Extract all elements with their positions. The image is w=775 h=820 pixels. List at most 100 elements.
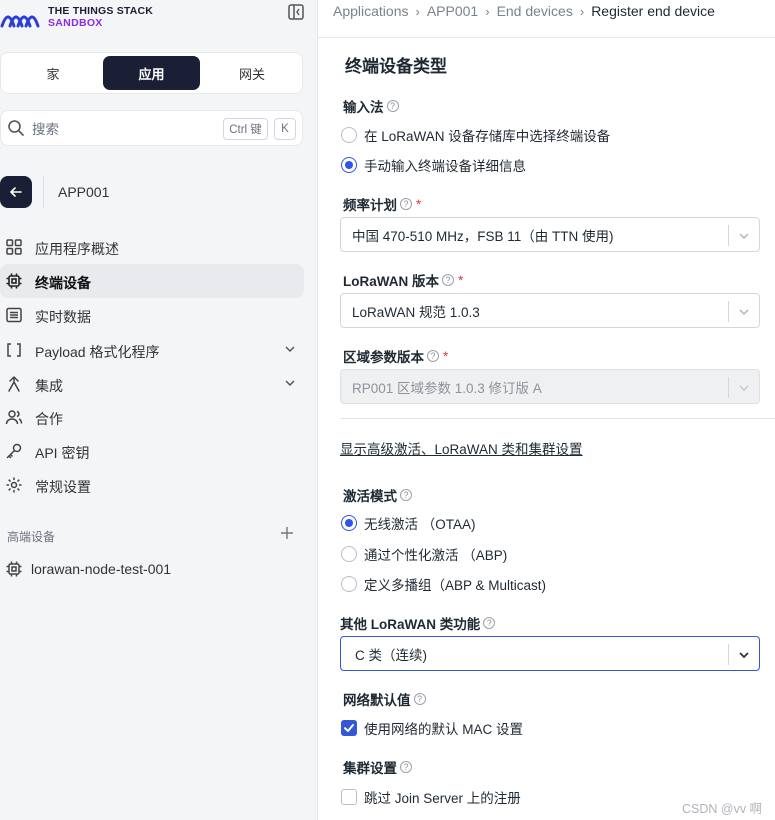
search-icon — [8, 120, 24, 136]
field-label-text: 集群设置 — [343, 761, 397, 776]
checkbox[interactable] — [341, 789, 357, 805]
radio-label: 通过个性化激活 （ABP) — [364, 548, 508, 563]
help-icon[interactable]: ? — [442, 274, 454, 286]
select-divider — [728, 644, 729, 665]
list-icon — [6, 307, 22, 323]
chevron-right-icon: › — [415, 3, 420, 19]
field-label-text: 输入法 — [343, 100, 384, 115]
help-icon[interactable]: ? — [483, 617, 496, 629]
regional-params-select: RP001 区域参数 1.0.3 修订版 A — [340, 369, 760, 404]
activation-mode-label: 激活模式 ? — [343, 485, 412, 505]
search-placeholder: 搜索 — [32, 122, 59, 137]
checkbox-label: 使用网络的默认 MAC 设置 — [364, 722, 524, 737]
arrow-left-icon — [10, 187, 22, 197]
breadcrumb-end-devices[interactable]: End devices — [497, 3, 573, 19]
help-icon[interactable]: ? — [400, 761, 412, 773]
cluster-settings-label: 集群设置 ? — [343, 757, 412, 777]
sidebar-item-label: API 密钥 — [35, 445, 90, 461]
app-name: APP001 — [58, 184, 110, 200]
required-marker: * — [443, 348, 449, 364]
radio-button-selected[interactable] — [341, 515, 357, 531]
breadcrumb: Applications › APP001 › End devices › Re… — [333, 3, 715, 19]
chevron-right-icon: › — [579, 3, 585, 19]
lorawan-version-label: LoRaWAN 版本 ? * — [343, 270, 463, 290]
sidebar-item-api-keys[interactable]: API 密钥 — [0, 434, 304, 468]
checkbox-checked[interactable] — [341, 720, 357, 736]
radio-button[interactable] — [341, 127, 357, 143]
brand-logo[interactable]: THE THINGS STACK SANDBOX — [0, 0, 153, 34]
people-icon — [5, 410, 23, 425]
sidebar-item-payload-formatters[interactable]: Payload 格式化程序 — [0, 333, 304, 367]
search-input[interactable]: 搜索 Ctrl 键 K — [0, 110, 303, 146]
activation-option-otaa[interactable]: 无线激活 （OTAA) — [341, 513, 476, 533]
class-capabilities-select[interactable]: C 类（连续) — [340, 636, 760, 671]
code-brackets-icon — [7, 343, 21, 357]
sidebar-item-collaborators[interactable]: 合作 — [0, 400, 304, 434]
sidebar-item-overview[interactable]: 应用程序概述 — [0, 230, 304, 264]
page-title: 终端设备类型 — [345, 57, 447, 76]
sidebar-item-label: Payload 格式化程序 — [35, 344, 160, 360]
input-method-option-repository[interactable]: 在 LoRaWAN 设备存储库中选择终端设备 — [341, 125, 610, 145]
sidebar-item-label: 集成 — [35, 378, 63, 394]
sidebar-item-live-data[interactable]: 实时数据 — [0, 298, 304, 332]
radio-button-selected[interactable] — [341, 157, 357, 173]
back-button[interactable] — [0, 176, 32, 208]
sidebar-item-label: 应用程序概述 — [35, 241, 119, 257]
required-marker: * — [458, 272, 464, 288]
sidebar-item-general-settings[interactable]: 常规设置 — [0, 468, 304, 502]
pinned-device-label: lorawan-node-test-001 — [31, 561, 172, 577]
activation-option-multicast[interactable]: 定义多播组（ABP & Multicast) — [341, 574, 546, 594]
header-divider — [318, 37, 775, 38]
help-icon[interactable]: ? — [386, 100, 399, 112]
checkmark-icon — [344, 724, 354, 732]
breadcrumb-applications[interactable]: Applications — [333, 3, 409, 19]
radio-label: 在 LoRaWAN 设备存储库中选择终端设备 — [364, 129, 611, 144]
gear-icon — [6, 477, 22, 493]
sidebar-item-label: 常规设置 — [35, 479, 91, 495]
chevron-down-icon[interactable] — [283, 376, 297, 390]
cluster-settings-checkbox-row[interactable]: 跳过 Join Server 上的注册 — [341, 787, 521, 807]
help-icon[interactable]: ? — [400, 198, 412, 210]
select-divider — [728, 225, 729, 246]
sidebar-item-label: 合作 — [35, 411, 63, 427]
tab-home[interactable]: 家 — [4, 56, 102, 90]
sidebar-collapse-icon[interactable] — [287, 3, 305, 21]
activation-option-abp[interactable]: 通过个性化激活 （ABP) — [341, 544, 507, 564]
breadcrumb-app[interactable]: APP001 — [427, 3, 478, 19]
select-value: LoRaWAN 规范 1.0.3 — [352, 304, 480, 320]
pinned-section-title: 高端设备 — [7, 530, 56, 544]
checkbox-label: 跳过 Join Server 上的注册 — [364, 791, 521, 806]
watermark: CSDN @vv 啊 — [682, 802, 763, 816]
top-tabs: 家 应用 网关 — [0, 52, 303, 94]
lorawan-version-select[interactable]: LoRaWAN 规范 1.0.3 — [340, 293, 760, 328]
select-value: 中国 470-510 MHz，FSB 11（由 TTN 使用) — [352, 228, 614, 244]
radio-label: 手动输入终端设备详细信息 — [364, 159, 526, 174]
tab-applications[interactable]: 应用 — [103, 56, 200, 90]
chevron-down-icon — [739, 385, 749, 392]
radio-button[interactable] — [341, 576, 357, 592]
sidebar-item-label: 实时数据 — [35, 309, 91, 325]
chip-icon — [6, 561, 22, 577]
help-icon[interactable]: ? — [427, 350, 439, 362]
field-label-text: 网络默认值 — [343, 693, 411, 708]
tab-gateways[interactable]: 网关 — [203, 56, 301, 90]
sidebar-item-end-devices[interactable]: 终端设备 — [0, 264, 304, 298]
divider — [43, 176, 44, 208]
frequency-plan-select[interactable]: 中国 470-510 MHz，FSB 11（由 TTN 使用) — [340, 217, 760, 252]
shortcut-k-key: K — [274, 118, 296, 140]
chevron-down-icon — [739, 309, 749, 316]
input-method-option-manual[interactable]: 手动输入终端设备详细信息 — [341, 155, 526, 175]
network-defaults-checkbox-row[interactable]: 使用网络的默认 MAC 设置 — [341, 718, 523, 738]
sidebar-item-integrations[interactable]: 集成 — [0, 367, 304, 401]
shortcut-ctrl-key: Ctrl 键 — [223, 118, 268, 140]
show-advanced-settings-link[interactable]: 显示高级激活、LoRaWAN 类和集群设置 — [340, 438, 583, 458]
field-label-text: 频率计划 — [343, 198, 397, 213]
help-icon[interactable]: ? — [413, 693, 426, 705]
plus-icon[interactable] — [280, 526, 294, 540]
select-value: RP001 区域参数 1.0.3 修订版 A — [352, 380, 542, 396]
frequency-plan-label: 频率计划 ? * — [343, 194, 421, 214]
integration-icon — [8, 375, 20, 392]
radio-button[interactable] — [341, 546, 357, 562]
help-icon[interactable]: ? — [400, 489, 412, 501]
chevron-down-icon[interactable] — [283, 342, 297, 356]
